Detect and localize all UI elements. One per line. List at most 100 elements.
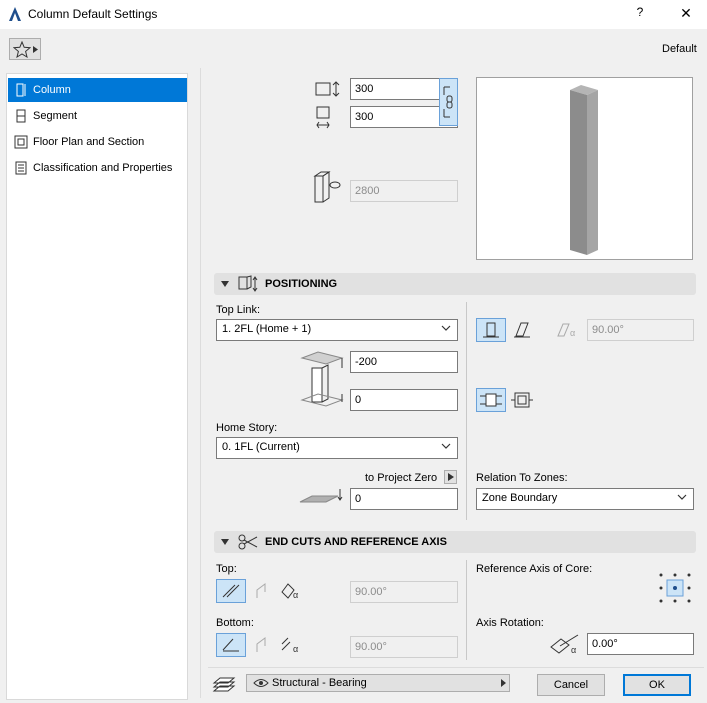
slant-angle-icon: α [557,323,575,338]
triangle-right-icon [501,679,506,687]
column-wrapped-icon [511,392,533,408]
favorites-button[interactable] [9,38,41,60]
triangle-right-icon [33,46,38,53]
top-cut-angle-field[interactable] [350,581,458,603]
project-zero-icon [299,489,343,503]
column-height-icon [313,171,341,203]
project-zero-field[interactable] [350,488,458,510]
top-link-label: Top Link: [216,304,261,316]
help-button[interactable]: ? [632,5,648,23]
slant-angle-field[interactable] [587,319,694,341]
top-link-select[interactable]: 1. 2FL (Home + 1) [216,319,458,341]
column-preview [476,77,693,260]
axis-rotation-label: Axis Rotation: [476,617,544,629]
top-cut-custom-angle-toggle[interactable]: α [276,579,306,603]
bottom-cut-angle-field[interactable] [350,636,458,658]
close-button[interactable]: ✕ [678,5,694,23]
perpendicular-cut-icon [222,638,239,652]
collapse-triangle-icon [221,281,229,287]
perpendicular-cut-icon [222,584,240,598]
reference-axis-label: Reference Axis of Core: [476,563,593,575]
column-wall-relation-toggle[interactable] [476,388,506,412]
sidebar-item-label: Classification and Properties [33,162,173,174]
layers-icon [212,677,236,692]
project-zero-menu-button[interactable] [444,470,457,484]
vertical-column-icon [483,322,499,338]
chevron-down-icon [441,443,451,449]
scissors-cut-icon [238,534,258,550]
bottom-cut-horizontal-toggle[interactable] [246,633,276,657]
svg-text:α: α [570,328,575,338]
column-icon [16,83,26,97]
relation-zones-select[interactable]: Zone Boundary [476,488,694,510]
sidebar-item-label: Segment [33,110,78,122]
width-icon [315,81,340,97]
section-title: END CUTS AND REFERENCE AXIS [265,536,447,548]
settings-sidebar: Column Segment Floor Plan and Section Cl… [6,73,188,700]
properties-list-icon [15,161,27,175]
section-title: POSITIONING [265,278,338,290]
bottom-cut-label: Bottom: [216,617,254,629]
reference-axis-picker[interactable] [658,572,692,604]
sidebar-item-column[interactable]: Column [8,78,187,102]
structural-function-menu[interactable]: Structural - Bearing [246,674,510,692]
triangle-right-icon [448,473,454,481]
window-title: Column Default Settings [28,7,158,21]
svg-text:α: α [293,644,298,654]
sidebar-item-label: Floor Plan and Section [33,136,145,148]
pane-divider [200,68,201,698]
slanted-column-toggle[interactable] [507,318,537,342]
relation-zones-label: Relation To Zones: [476,472,568,484]
axis-rotation-field[interactable] [587,633,694,655]
anchor-grid-icon [659,573,691,603]
column-divider [466,302,467,520]
star-icon [13,41,31,58]
sidebar-item-classification[interactable]: Classification and Properties [8,156,187,180]
footer-separator [208,667,704,668]
chevron-down-icon [441,325,451,331]
depth-icon [316,106,330,129]
horizontal-cut-icon [256,583,266,598]
sidebar-item-floor-plan[interactable]: Floor Plan and Section [8,130,187,154]
column-3d-preview [570,85,598,255]
collapse-triangle-icon [221,539,229,545]
positioning-section-header[interactable]: POSITIONING [214,273,696,295]
slanted-column-icon [514,322,530,338]
link-dimensions-toggle[interactable] [439,78,458,126]
home-story-select[interactable]: 0. 1FL (Current) [216,437,458,459]
positioning-icon [238,275,258,292]
bottom-offset-field[interactable] [350,389,458,411]
vertical-column-toggle[interactable] [476,318,506,342]
top-cut-perpendicular-toggle[interactable] [216,579,246,603]
favorite-name: Default [662,43,697,55]
home-story-value: 0. 1FL (Current) [222,441,300,453]
bottom-cut-perpendicular-toggle[interactable] [216,633,246,657]
top-cut-label: Top: [216,563,237,575]
custom-angle-cut-icon: α [281,637,298,654]
axis-rotation-icon: α [550,634,579,655]
column-divider [466,560,467,660]
svg-text:α: α [571,645,576,655]
chevron-down-icon [677,494,687,500]
eye-icon [253,679,269,687]
structural-function-value: Structural - Bearing [272,677,367,689]
column-in-wall-icon [480,393,502,407]
home-story-label: Home Story: [216,422,278,434]
top-offset-field[interactable] [350,351,458,373]
endcuts-section-header[interactable]: END CUTS AND REFERENCE AXIS [214,531,696,553]
svg-text:α: α [293,590,298,600]
column-offset-icon [300,351,344,407]
ok-button[interactable]: OK [623,674,691,696]
relation-zones-value: Zone Boundary [482,492,558,504]
floor-plan-icon [14,135,28,149]
top-cut-horizontal-toggle[interactable] [246,579,276,603]
bottom-cut-custom-angle-toggle[interactable]: α [276,633,306,657]
custom-angle-cut-icon: α [281,583,298,600]
chain-link-icon [443,86,453,118]
top-link-value: 1. 2FL (Home + 1) [222,323,312,335]
height-field[interactable] [350,180,458,202]
cancel-button[interactable]: Cancel [537,674,605,696]
sidebar-item-segment[interactable]: Segment [8,104,187,128]
project-zero-label: to Project Zero [365,472,438,484]
column-wrap-toggle[interactable] [507,388,537,412]
